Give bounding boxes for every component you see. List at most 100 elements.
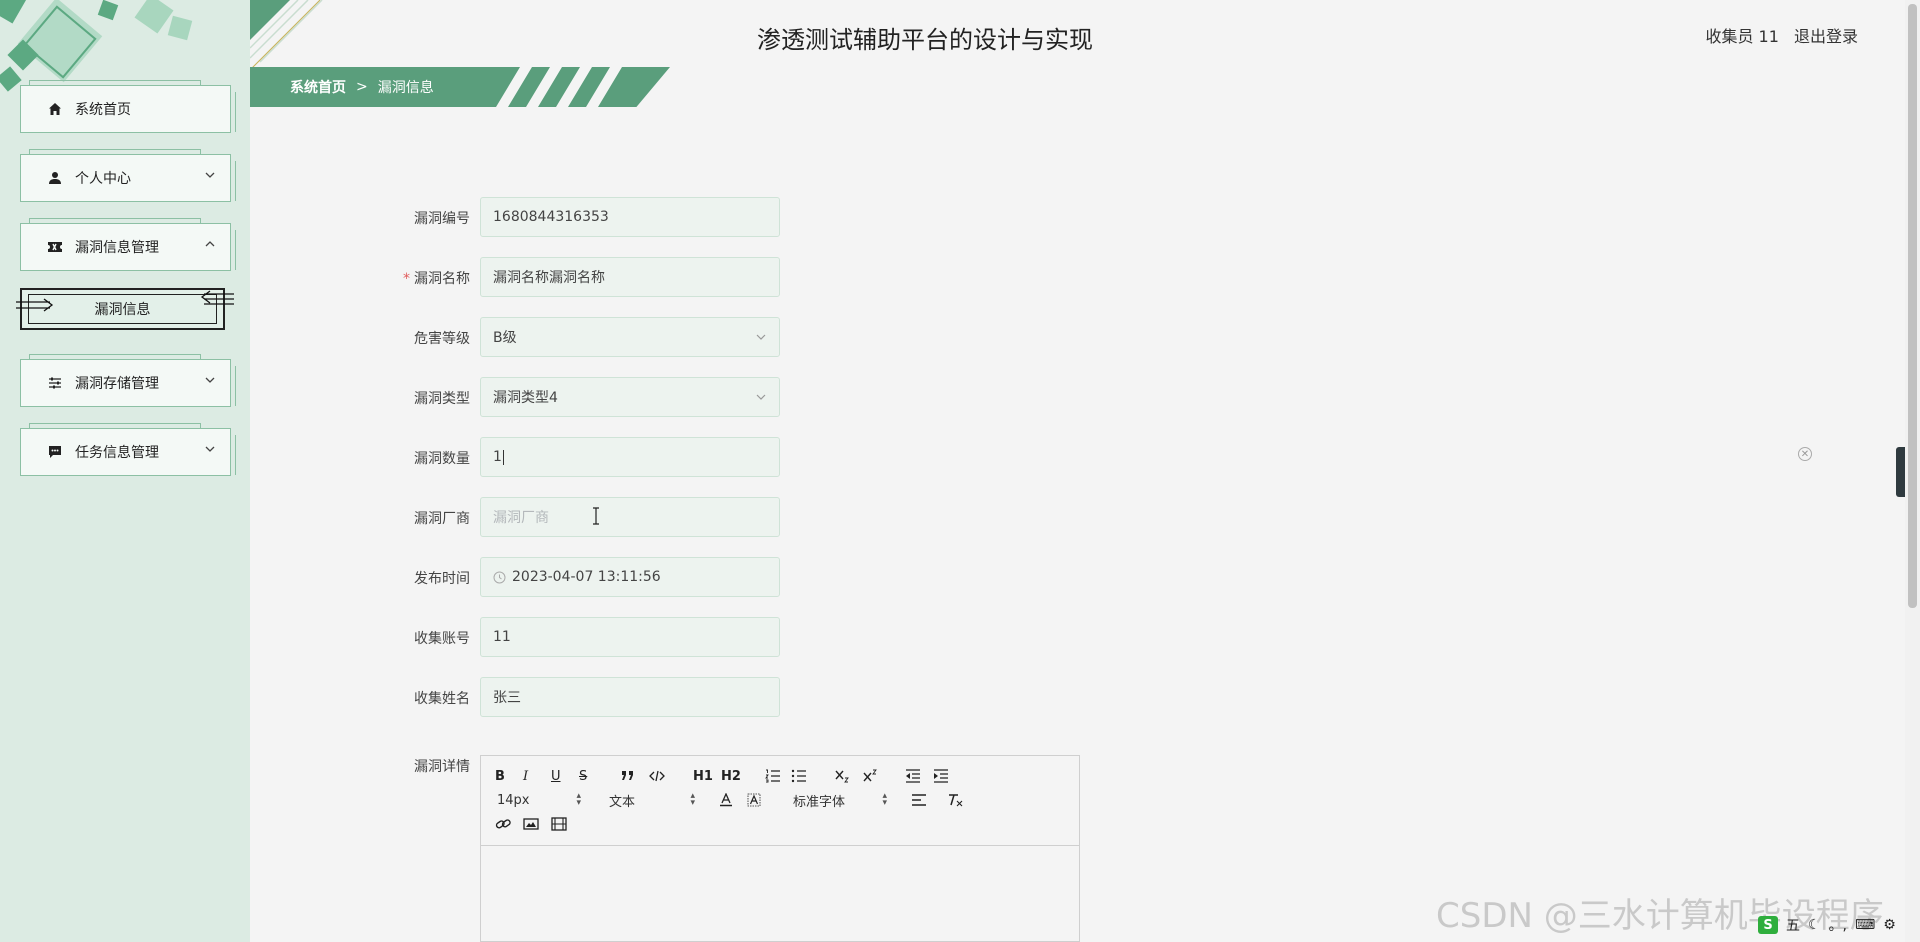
updown-arrow-icon: ▴ ▾ [882, 791, 887, 808]
chat-icon [47, 444, 63, 460]
bullet-list-button[interactable] [791, 766, 807, 786]
sliders-icon [47, 375, 63, 391]
superscript-icon [863, 769, 877, 782]
arrow-left-icon [200, 290, 234, 305]
publish-time-label: 发布时间 [414, 571, 470, 587]
underline-button[interactable]: U [551, 766, 561, 786]
decorative-square [97, 0, 119, 21]
font-size-value: 14px [497, 792, 530, 808]
h1-text: H1 [693, 768, 713, 784]
heading1-button[interactable]: H1 [693, 766, 713, 786]
outdent-icon [906, 769, 920, 783]
sidebar-subitem-label: 漏洞信息 [94, 302, 151, 318]
link-button[interactable] [495, 814, 511, 834]
sidebar-item-label: 个人中心 [75, 171, 131, 187]
image-button[interactable] [523, 814, 539, 834]
code-icon [649, 770, 665, 782]
align-button[interactable] [911, 790, 927, 810]
vendor-field[interactable]: 漏洞厂商 [480, 497, 780, 537]
updown-arrow-icon: ▴ ▾ [690, 791, 695, 808]
level-label: 危害等级 [414, 331, 470, 347]
font-color-icon [720, 793, 732, 807]
ordered-list-icon [765, 769, 780, 783]
background-color-icon [747, 793, 761, 807]
ordered-list-button[interactable] [765, 766, 781, 786]
chevron-up-icon [205, 241, 215, 247]
strikethrough-button[interactable]: S [579, 766, 587, 786]
moon-icon: ☾ [1808, 917, 1821, 933]
outdent-button[interactable] [905, 766, 921, 786]
clock-icon [493, 571, 506, 583]
font-family-select[interactable]: 标准字体 ▴ ▾ [793, 790, 887, 810]
text-cursor-icon [593, 507, 599, 525]
superscript-button[interactable] [863, 766, 879, 786]
sidebar-item-task-info-management[interactable]: 任务信息管理 [20, 423, 236, 476]
text-style-value: 文本 [609, 794, 636, 810]
scrollbar-thumb[interactable] [1908, 4, 1917, 608]
close-circle-icon[interactable]: ✕ [1798, 447, 1812, 461]
decorative-square [0, 66, 22, 92]
background-color-button[interactable] [747, 790, 761, 810]
breadcrumb-home-link[interactable]: 系统首页 [290, 77, 346, 97]
video-button[interactable] [551, 814, 567, 834]
heading2-button[interactable]: H2 [721, 766, 741, 786]
breadcrumb-current: 漏洞信息 [377, 80, 434, 96]
vendor-label: 漏洞厂商 [414, 511, 470, 527]
details-label: 漏洞详情 [414, 759, 470, 775]
quote-icon [622, 771, 633, 780]
scrollbar[interactable] [1905, 0, 1920, 942]
collector-name-label: 收集姓名 [414, 691, 470, 707]
subscript-icon [835, 770, 849, 783]
person-icon [47, 170, 63, 186]
name-field[interactable]: 漏洞名称漏洞名称 [480, 257, 780, 297]
sidebar-item-personal-center[interactable]: 个人中心 [20, 149, 236, 202]
sidebar-item-home[interactable]: 系统首页 [20, 80, 236, 133]
text-cursor [502, 449, 504, 465]
image-icon [523, 818, 539, 830]
account-label: 收集账号 [414, 631, 470, 647]
ticket-icon [47, 239, 63, 255]
text-style-select[interactable]: 文本 ▴ ▾ [609, 790, 695, 810]
italic-button[interactable]: I [523, 766, 528, 786]
count-label: 漏洞数量 [414, 451, 470, 467]
code-field[interactable]: 1680844316353 [480, 197, 780, 237]
type-select-value: 漏洞类型4 [493, 390, 558, 406]
level-select[interactable]: B级 [480, 317, 780, 357]
breadcrumb-separator: > [356, 79, 368, 95]
account-field[interactable]: 11 [480, 617, 780, 657]
required-mark: * [403, 271, 410, 287]
publish-time-value: 2023-04-07 13:11:56 [512, 569, 661, 585]
editor-toolbar: B I U S H1 H2 14px ▴ ▾ 文本 ▴ ▾ 标准字体 ▴ ▾ [481, 756, 1079, 846]
collector-name-field[interactable]: 张三 [480, 677, 780, 717]
chevron-down-icon [205, 446, 215, 452]
blockquote-button[interactable] [621, 766, 635, 786]
publish-time-picker[interactable]: 2023-04-07 13:11:56 [480, 557, 780, 597]
clear-format-icon [949, 794, 963, 807]
font-size-select[interactable]: 14px ▴ ▾ [497, 790, 581, 810]
indent-icon [934, 769, 948, 783]
sidebar-item-vuln-info-management[interactable]: 漏洞信息管理 [20, 218, 236, 271]
chevron-down-icon [756, 334, 766, 340]
subscript-button[interactable] [835, 766, 851, 786]
settings-icon: ⚙ [1883, 917, 1896, 933]
type-select[interactable]: 漏洞类型4 [480, 377, 780, 417]
count-field[interactable]: 1 [480, 437, 780, 477]
code-block-button[interactable] [649, 766, 665, 786]
chevron-down-icon [205, 172, 215, 178]
punctuation-mode: 。, [1828, 918, 1848, 934]
sidebar-item-vuln-storage-management[interactable]: 漏洞存储管理 [20, 354, 236, 407]
bold-button[interactable]: B [495, 766, 505, 786]
updown-arrow-icon: ▴ ▾ [576, 791, 581, 808]
sidebar-item-label: 系统首页 [75, 102, 131, 118]
indent-button[interactable] [933, 766, 949, 786]
editor-content-area[interactable] [481, 846, 1079, 941]
system-tray: S 五 ☾ 。, ⌨ ⚙ [1758, 915, 1896, 935]
clear-format-button[interactable] [947, 790, 963, 810]
name-label: * 漏洞名称 [370, 268, 470, 288]
sidebar-item-label: 任务信息管理 [75, 445, 159, 461]
video-icon [551, 817, 567, 831]
logout-link[interactable]: 退出登录 [1794, 27, 1858, 46]
code-label: 漏洞编号 [414, 211, 470, 227]
font-color-button[interactable] [719, 790, 733, 810]
chevron-down-icon [756, 394, 766, 400]
